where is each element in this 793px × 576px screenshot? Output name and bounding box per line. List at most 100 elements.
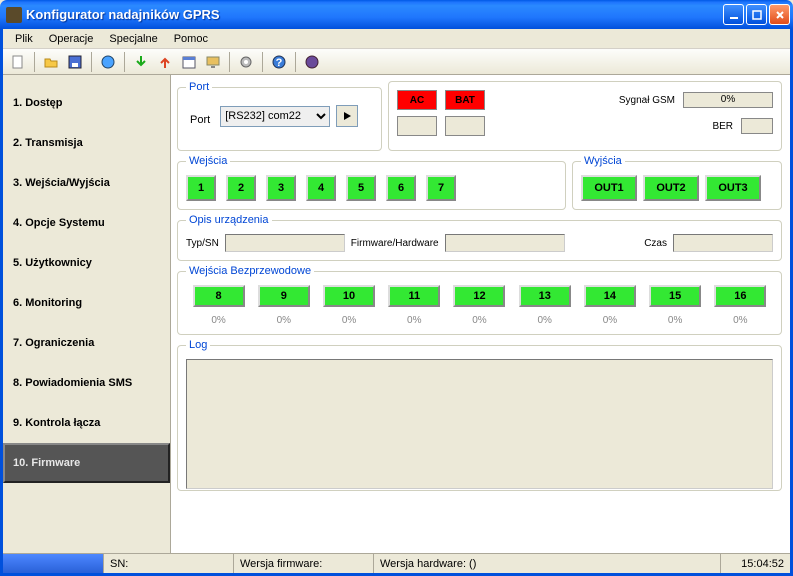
sidebar-item-9[interactable]: 10. Firmware (3, 443, 170, 483)
sidebar-item-6[interactable]: 7. Ograniczenia (3, 323, 170, 363)
czas-value (673, 234, 773, 252)
wireless-pct-13: 0% (537, 315, 551, 326)
sidebar-item-3[interactable]: 4. Opcje Systemu (3, 203, 170, 243)
close-button[interactable] (769, 4, 790, 25)
status-group: AC BAT Sygnał GSM 0% BER (388, 81, 782, 151)
wireless-button-13[interactable]: 13 (519, 285, 571, 307)
wireless-button-12[interactable]: 12 (453, 285, 505, 307)
titlebar: Konfigurator nadajników GPRS (0, 0, 793, 29)
calendar-icon[interactable] (178, 51, 200, 73)
fwhw-label: Firmware/Hardware (351, 238, 439, 249)
toolbar: ? (3, 49, 790, 75)
ber-label: BER (712, 121, 733, 132)
port-legend: Port (186, 81, 212, 93)
wireless-button-8[interactable]: 8 (193, 285, 245, 307)
sidebar-item-8[interactable]: 9. Kontrola łącza (3, 403, 170, 443)
port-label: Port (190, 114, 210, 126)
device-info-legend: Opis urządzenia (186, 214, 272, 226)
status-hw: Wersja hardware: () (373, 554, 720, 573)
app-icon (6, 7, 22, 23)
input-button-3[interactable]: 3 (266, 175, 296, 201)
save-icon[interactable] (64, 51, 86, 73)
input-button-1[interactable]: 1 (186, 175, 216, 201)
typsn-value (225, 234, 345, 252)
wireless-button-16[interactable]: 16 (714, 285, 766, 307)
menu-plik[interactable]: Plik (7, 31, 41, 47)
status-time: 15:04:52 (720, 554, 790, 573)
svg-text:?: ? (276, 57, 283, 69)
wireless-pct-10: 0% (342, 315, 356, 326)
statusbar: SN: Wersja firmware: Wersja hardware: ()… (3, 553, 790, 573)
output-button-OUT2[interactable]: OUT2 (643, 175, 699, 201)
sidebar-item-1[interactable]: 2. Transmisja (3, 123, 170, 163)
input-button-7[interactable]: 7 (426, 175, 456, 201)
status-cell-1 (3, 554, 103, 573)
typsn-label: Typ/SN (186, 238, 219, 249)
menu-specjalne[interactable]: Specjalne (101, 31, 165, 47)
wireless-pct-9: 0% (277, 315, 291, 326)
fwhw-value (445, 234, 565, 252)
indicator-4 (445, 116, 485, 136)
help-icon[interactable]: ? (268, 51, 290, 73)
sidebar-item-2[interactable]: 3. Wejścia/Wyjścia (3, 163, 170, 203)
wireless-pct-12: 0% (472, 315, 486, 326)
bat-indicator: BAT (445, 90, 485, 110)
menu-pomoc[interactable]: Pomoc (166, 31, 216, 47)
menu-operacje[interactable]: Operacje (41, 31, 102, 47)
wireless-pct-15: 0% (668, 315, 682, 326)
sidebar-item-7[interactable]: 8. Powiadomienia SMS (3, 363, 170, 403)
connect-button[interactable] (336, 105, 358, 127)
outputs-group: Wyjścia OUT1OUT2OUT3 (572, 155, 782, 210)
wireless-pct-14: 0% (603, 315, 617, 326)
port-select[interactable]: [RS232] com22 (220, 106, 330, 127)
sidebar-item-0[interactable]: 1. Dostęp (3, 83, 170, 123)
download-icon[interactable] (130, 51, 152, 73)
globe-icon[interactable] (301, 51, 323, 73)
log-area[interactable] (186, 359, 773, 489)
output-button-OUT1[interactable]: OUT1 (581, 175, 637, 201)
content-area: Port Port [RS232] com22 AC BAT Sygnał GS… (171, 75, 790, 553)
gear-icon[interactable] (235, 51, 257, 73)
gsm-signal-label: Sygnał GSM (619, 95, 675, 106)
outputs-legend: Wyjścia (581, 155, 625, 167)
wireless-button-15[interactable]: 15 (649, 285, 701, 307)
menubar: Plik Operacje Specjalne Pomoc (3, 29, 790, 49)
status-fw: Wersja firmware: (233, 554, 373, 573)
minimize-button[interactable] (723, 4, 744, 25)
inputs-legend: Wejścia (186, 155, 230, 167)
gsm-signal-value: 0% (683, 92, 773, 108)
wireless-button-14[interactable]: 14 (584, 285, 636, 307)
czas-label: Czas (644, 238, 667, 249)
upload-icon[interactable] (154, 51, 176, 73)
status-sn: SN: (103, 554, 233, 573)
monitor-icon[interactable] (202, 51, 224, 73)
wireless-inputs-group: Wejścia Bezprzewodowe 8 0% 9 0% 10 0% 11 0% 12 0%… (177, 265, 782, 335)
device-info-group: Opis urządzenia Typ/SN Firmware/Hardware… (177, 214, 782, 261)
log-group: Log (177, 339, 782, 491)
output-button-OUT3[interactable]: OUT3 (705, 175, 761, 201)
ber-value (741, 118, 773, 134)
new-file-icon[interactable] (7, 51, 29, 73)
port-group: Port Port [RS232] com22 (177, 81, 382, 151)
wireless-button-10[interactable]: 10 (323, 285, 375, 307)
wireless-button-9[interactable]: 9 (258, 285, 310, 307)
indicator-3 (397, 116, 437, 136)
input-button-5[interactable]: 5 (346, 175, 376, 201)
log-legend: Log (186, 339, 210, 351)
sidebar-item-4[interactable]: 5. Użytkownicy (3, 243, 170, 283)
wireless-legend: Wejścia Bezprzewodowe (186, 265, 314, 277)
wireless-button-11[interactable]: 11 (388, 285, 440, 307)
input-button-2[interactable]: 2 (226, 175, 256, 201)
globe-refresh-icon[interactable] (97, 51, 119, 73)
wireless-pct-16: 0% (733, 315, 747, 326)
wireless-pct-11: 0% (407, 315, 421, 326)
sidebar: 1. Dostęp2. Transmisja3. Wejścia/Wyjścia… (3, 75, 171, 553)
input-button-4[interactable]: 4 (306, 175, 336, 201)
window-title: Konfigurator nadajników GPRS (26, 7, 721, 22)
input-button-6[interactable]: 6 (386, 175, 416, 201)
ac-indicator: AC (397, 90, 437, 110)
maximize-button[interactable] (746, 4, 767, 25)
wireless-pct-8: 0% (211, 315, 225, 326)
sidebar-item-5[interactable]: 6. Monitoring (3, 283, 170, 323)
open-folder-icon[interactable] (40, 51, 62, 73)
